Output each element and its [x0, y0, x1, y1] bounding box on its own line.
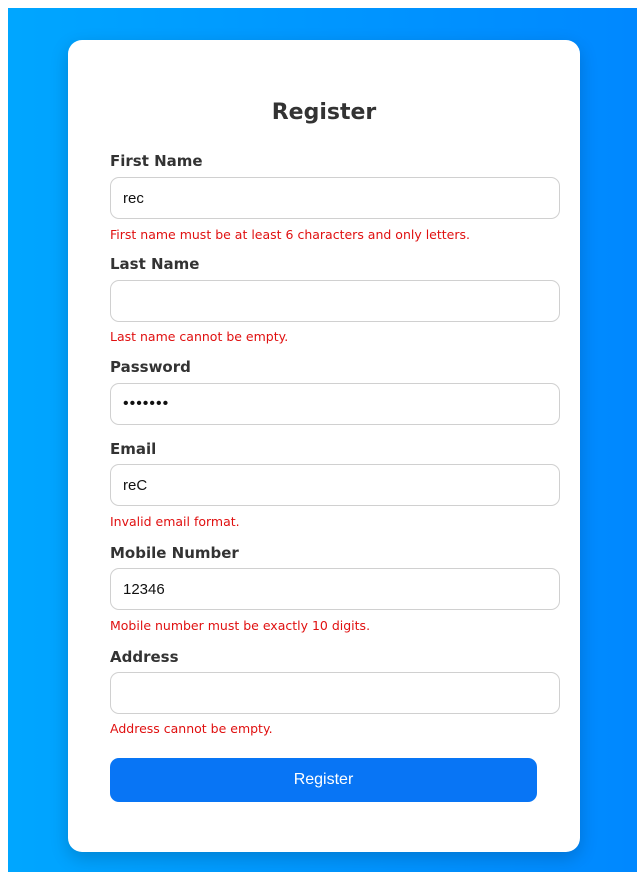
- register-button[interactable]: Register: [110, 758, 537, 802]
- password-label: Password: [110, 358, 191, 376]
- mobile-number-error: Mobile number must be exactly 10 digits.: [110, 618, 371, 633]
- mobile-number-label: Mobile Number: [110, 544, 239, 562]
- address-error: Address cannot be empty.: [110, 721, 273, 736]
- email-input[interactable]: [110, 464, 560, 506]
- first-name-error: First name must be at least 6 characters…: [110, 227, 470, 242]
- email-error: Invalid email format.: [110, 514, 240, 529]
- first-name-input[interactable]: [110, 177, 560, 219]
- first-name-label: First Name: [110, 152, 203, 170]
- mobile-number-input[interactable]: [110, 568, 560, 610]
- address-label: Address: [110, 648, 179, 666]
- register-card: Register First Name First name must be a…: [68, 40, 580, 852]
- password-input[interactable]: [110, 383, 560, 425]
- last-name-label: Last Name: [110, 255, 200, 273]
- last-name-input[interactable]: [110, 280, 560, 322]
- last-name-error: Last name cannot be empty.: [110, 329, 289, 344]
- email-label: Email: [110, 440, 157, 458]
- address-input[interactable]: [110, 672, 560, 714]
- form-title: Register: [271, 100, 377, 125]
